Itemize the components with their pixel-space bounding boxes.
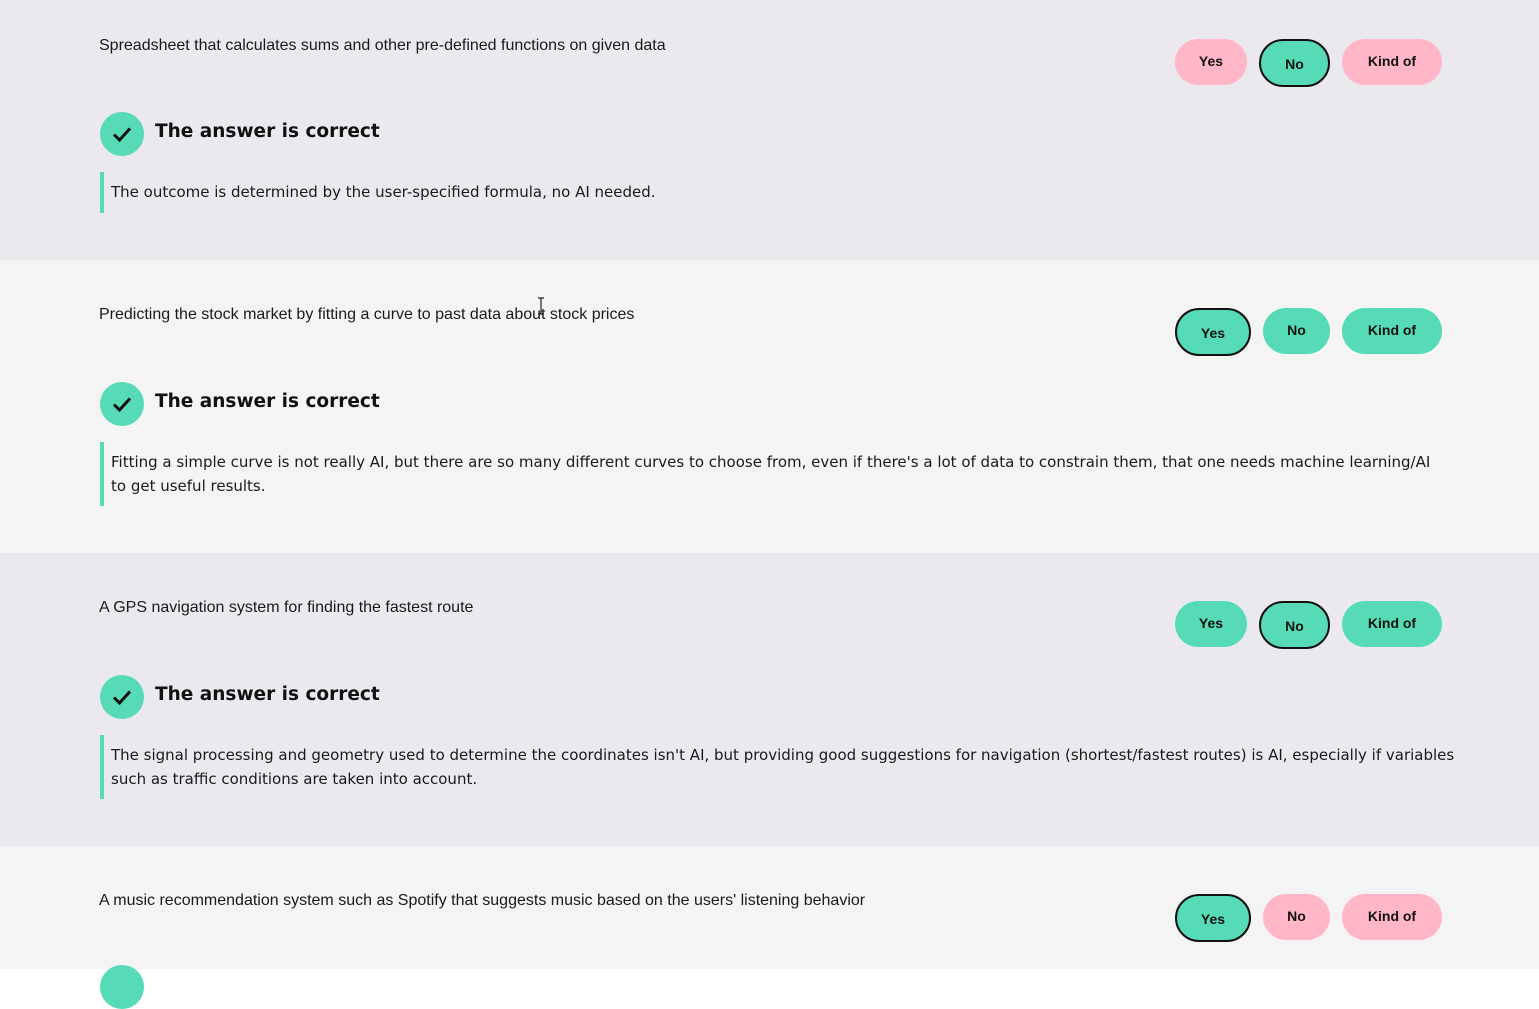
question-text: Predicting the stock market by fitting a… (99, 306, 635, 323)
no-button[interactable]: No (1263, 308, 1330, 354)
question-1: Spreadsheet that calculates sums and oth… (0, 0, 1539, 260)
yes-button[interactable]: Yes (1175, 601, 1247, 647)
result-status: The answer is correct (100, 382, 380, 426)
check-icon (100, 112, 144, 156)
no-button[interactable]: No (1259, 601, 1330, 649)
yes-button[interactable]: Yes (1175, 894, 1251, 942)
check-icon (100, 675, 144, 719)
result-label: The answer is correct (155, 390, 380, 412)
question-text: A music recommendation system such as Sp… (99, 892, 866, 909)
check-icon (100, 382, 144, 426)
question-3: A GPS navigation system for finding the … (0, 553, 1539, 846)
kind-of-button[interactable]: Kind of (1342, 308, 1442, 354)
result-label: The answer is correct (155, 683, 380, 705)
result-status: The answer is correct (100, 112, 380, 156)
explanation: The outcome is determined by the user-sp… (100, 172, 1480, 213)
explanation: Fitting a simple curve is not really AI,… (100, 442, 1440, 506)
kind-of-button[interactable]: Kind of (1342, 601, 1442, 647)
question-text: Spreadsheet that calculates sums and oth… (99, 37, 666, 54)
text-cursor-icon (538, 297, 544, 315)
kind-of-button[interactable]: Kind of (1342, 39, 1442, 85)
result-status: The answer is correct (100, 675, 380, 719)
result-label: The answer is correct (155, 120, 380, 142)
yes-button[interactable]: Yes (1175, 39, 1247, 85)
question-2: Predicting the stock market by fitting a… (0, 260, 1539, 553)
no-button[interactable]: No (1259, 39, 1330, 87)
result-check-partial (100, 965, 144, 1009)
yes-button[interactable]: Yes (1175, 308, 1251, 356)
no-button[interactable]: No (1263, 894, 1330, 940)
question-text: A GPS navigation system for finding the … (99, 599, 474, 616)
question-4: A music recommendation system such as Sp… (0, 846, 1539, 1009)
explanation: The signal processing and geometry used … (100, 735, 1480, 799)
kind-of-button[interactable]: Kind of (1342, 894, 1442, 940)
